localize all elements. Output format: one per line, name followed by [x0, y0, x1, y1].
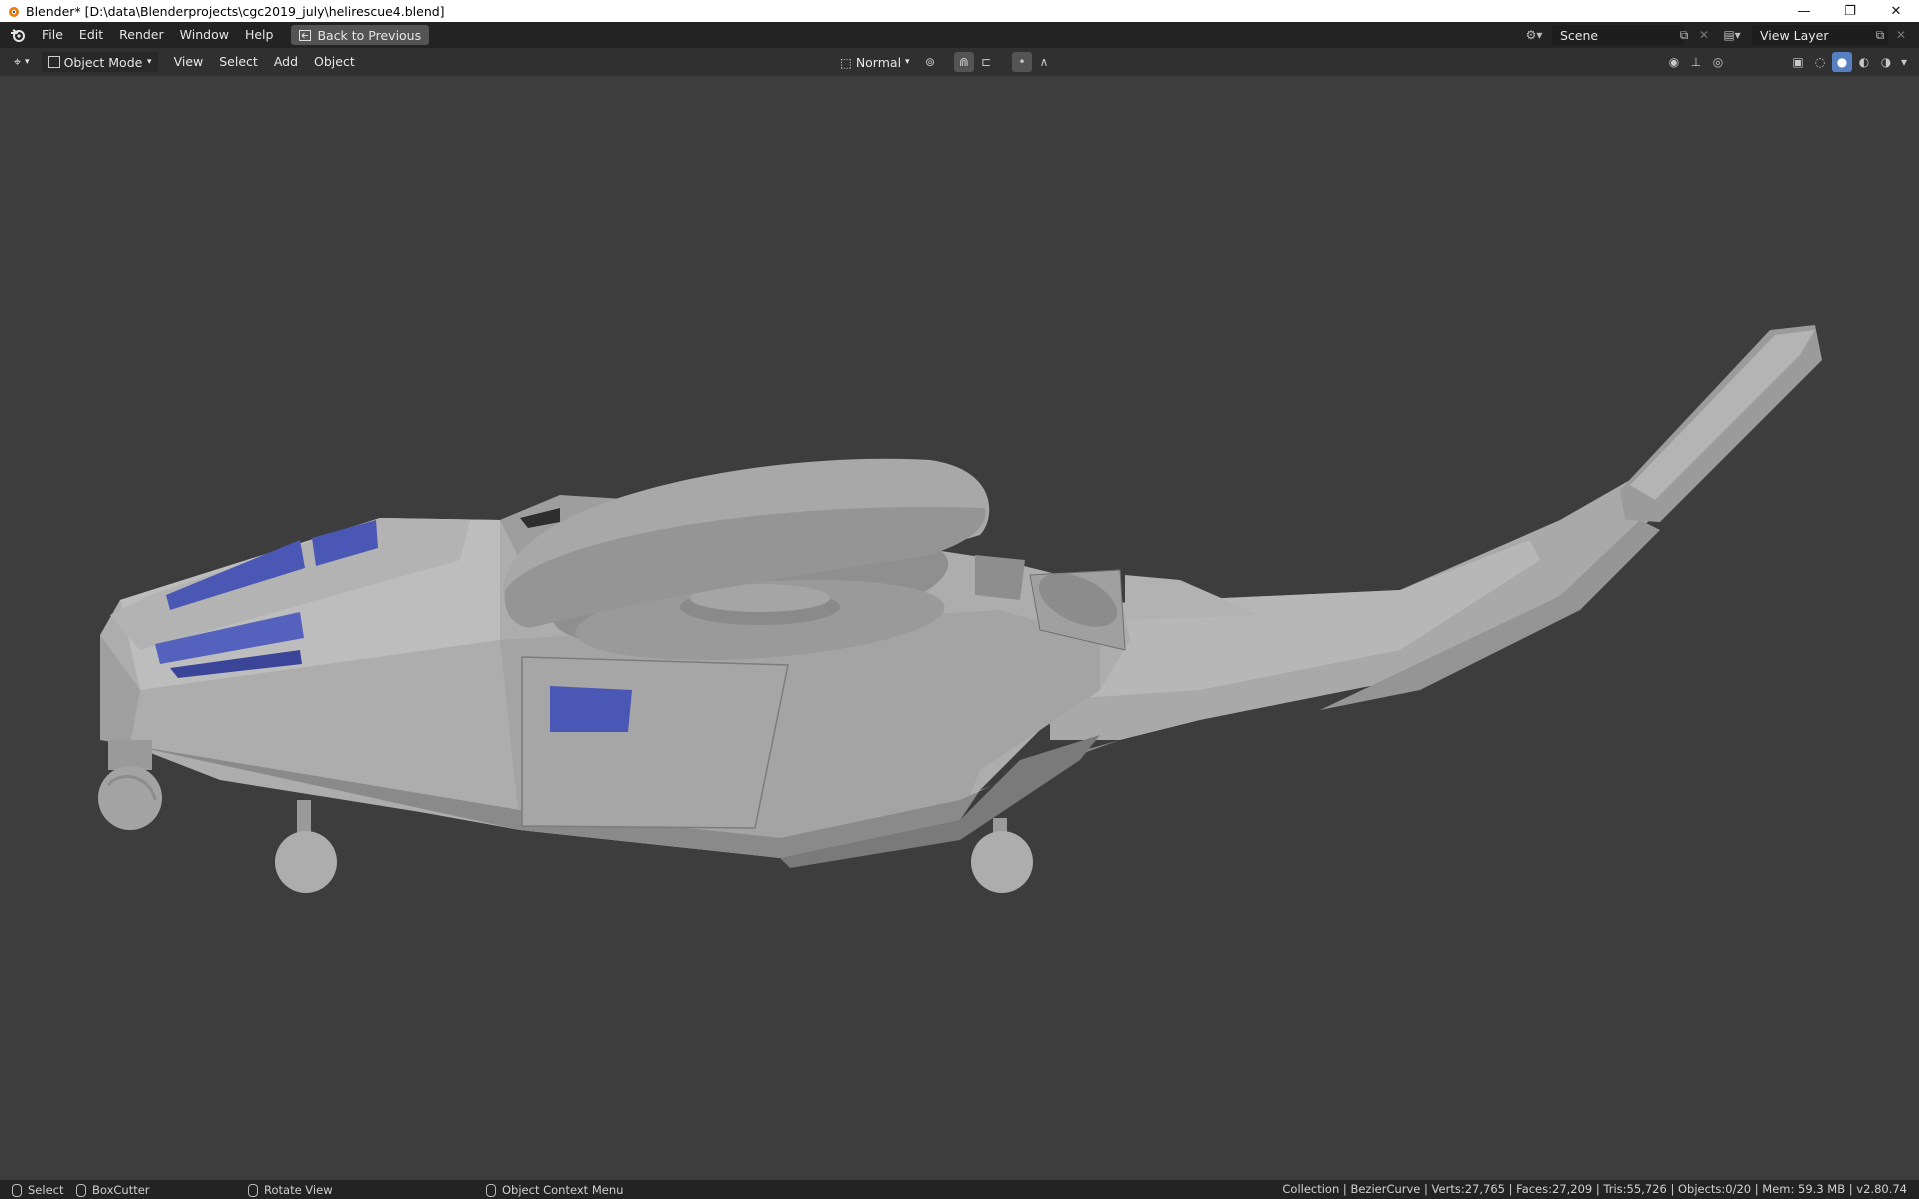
menu-render[interactable]: Render — [111, 24, 172, 46]
menu-view[interactable]: View — [166, 51, 212, 73]
new-scene-icon[interactable]: ⧉ — [1676, 27, 1692, 43]
shading-options-icon[interactable]: ▾ — [1898, 52, 1910, 72]
view-layer-selector[interactable]: View Layer — [1752, 25, 1888, 45]
status-tool: BoxCutter — [76, 1183, 150, 1197]
snap-target-icon[interactable]: ⊏ — [976, 52, 996, 72]
3d-viewport[interactable] — [0, 76, 1919, 1180]
close-button[interactable]: ✕ — [1873, 0, 1919, 22]
editor-type-button[interactable]: ⌖ ▾ — [8, 52, 36, 72]
scene-browse-icon[interactable]: ⚙▾ — [1526, 27, 1543, 43]
status-select-label: Select — [28, 1183, 64, 1197]
menu-object[interactable]: Object — [306, 51, 363, 73]
drag-mouse-icon — [76, 1183, 86, 1197]
restore-button[interactable]: ❐ — [1827, 0, 1873, 22]
screen-back-icon — [299, 29, 312, 41]
falloff-icon[interactable]: ∧ — [1034, 52, 1054, 72]
menu-add[interactable]: Add — [266, 51, 306, 73]
top-menubar: File Edit Render Window Help Back to Pre… — [0, 22, 1919, 48]
menu-select[interactable]: Select — [211, 51, 266, 73]
snap-toggle-icon[interactable]: ⋒ — [954, 52, 974, 72]
back-to-previous-button[interactable]: Back to Previous — [291, 25, 430, 45]
view-layer-browse-icon[interactable]: ▤▾ — [1723, 27, 1740, 43]
orientation-label: Normal — [855, 54, 902, 70]
menu-edit[interactable]: Edit — [71, 24, 111, 46]
left-mouse-icon — [12, 1183, 22, 1197]
status-select: Select — [12, 1183, 63, 1197]
status-bar: Select BoxCutter Rotate View Object Cont… — [0, 1180, 1919, 1199]
mode-selector[interactable]: Object Mode ▾ — [41, 52, 158, 72]
minimize-button[interactable]: — — [1781, 0, 1827, 22]
scene-statistics: Collection | BezierCurve | Verts:27,765 … — [1282, 1182, 1907, 1196]
status-context: Object Context Menu — [486, 1183, 623, 1197]
helicopter-model — [98, 325, 1822, 893]
rendered-shading-icon[interactable]: ◑ — [1876, 52, 1896, 72]
gizmo-icon[interactable]: ⊥ — [1686, 52, 1706, 72]
visibility-icon[interactable]: ◉ — [1664, 52, 1684, 72]
object-mode-icon — [47, 56, 60, 68]
overlay-icon[interactable]: ◎ — [1708, 52, 1728, 72]
pivot-point-icon[interactable]: ⊚ — [920, 52, 940, 72]
menu-file[interactable]: File — [34, 24, 71, 46]
proportional-edit-icon[interactable]: • — [1012, 52, 1032, 72]
transform-orientation-selector[interactable]: ⬚ Normal ▾ — [834, 52, 916, 72]
right-mouse-icon — [486, 1183, 496, 1197]
orientation-icon: ⬚ — [840, 54, 852, 70]
proportional-group: • ∧ — [1012, 52, 1054, 72]
solid-shading-icon[interactable]: ● — [1832, 52, 1852, 72]
wireframe-shading-icon[interactable]: ◌ — [1810, 52, 1830, 72]
middle-mouse-icon — [248, 1183, 258, 1197]
status-rotate: Rotate View — [248, 1183, 333, 1197]
scene-selector[interactable]: Scene — [1552, 25, 1684, 45]
window-titlebar: Blender* [D:\data\Blenderprojects\cgc201… — [0, 0, 1919, 22]
delete-scene-icon[interactable]: ✕ — [1696, 27, 1712, 43]
shading-group: ▣ ◌ ● ◐ ◑ ▾ — [1788, 52, 1910, 72]
view-layer-name: View Layer — [1760, 27, 1829, 43]
snap-group: ⋒ ⊏ — [954, 52, 996, 72]
blender-app-icon — [9, 7, 19, 17]
menu-help[interactable]: Help — [237, 24, 282, 46]
status-rotate-label: Rotate View — [264, 1183, 333, 1197]
editor-type-icon: ⌖ — [14, 54, 22, 69]
material-shading-icon[interactable]: ◐ — [1854, 52, 1874, 72]
mode-label: Object Mode — [63, 54, 143, 70]
delete-view-layer-icon[interactable]: ✕ — [1893, 27, 1909, 43]
back-to-previous-label: Back to Previous — [317, 27, 422, 43]
pivot-group: ⊚ — [920, 52, 940, 72]
viewport-header: ⌖ ▾ Object Mode ▾ View Select Add Object … — [0, 48, 1919, 76]
menu-window[interactable]: Window — [172, 24, 237, 46]
new-view-layer-icon[interactable]: ⧉ — [1872, 27, 1888, 43]
scene-name: Scene — [1560, 27, 1599, 43]
blender-logo-icon[interactable] — [10, 27, 26, 43]
visibility-group: ◉ ⊥ ◎ — [1664, 52, 1728, 72]
status-context-label: Object Context Menu — [502, 1183, 624, 1197]
status-tool-label: BoxCutter — [92, 1183, 150, 1197]
window-title: Blender* [D:\data\Blenderprojects\cgc201… — [26, 3, 445, 19]
xray-icon[interactable]: ▣ — [1788, 52, 1808, 72]
